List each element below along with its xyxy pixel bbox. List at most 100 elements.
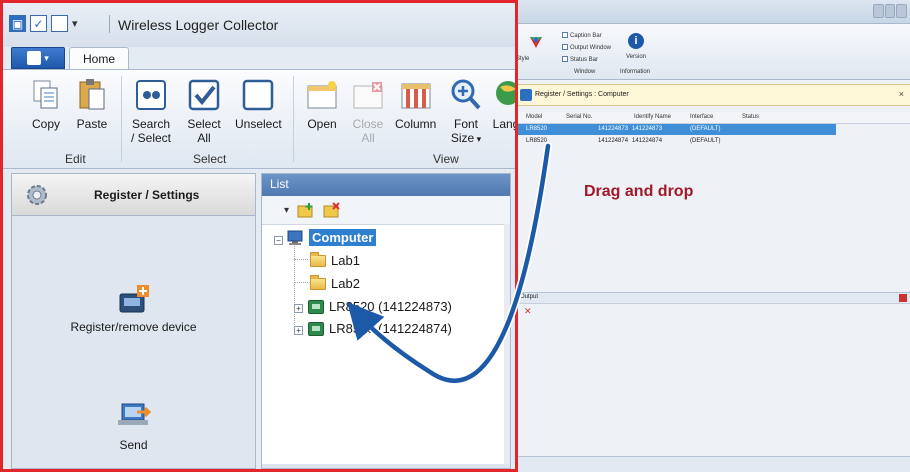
panel-title: Register / Settings : Computer [535, 91, 629, 98]
list-pane: List ▾ − Computer Lab1 Lab2 + LR8520 (14… [261, 173, 511, 469]
status-bar [516, 456, 910, 472]
information-group-label: Information [620, 69, 651, 75]
window-group-label: Window [574, 69, 596, 75]
search-select-label: Search / Select [131, 117, 172, 145]
language-label: Lang [492, 117, 518, 131]
quick-access-toolbar: ▣ ✓ ▾ [9, 15, 78, 32]
window-title: Wireless Logger Collector [118, 17, 279, 33]
column-header[interactable]: Status [742, 114, 759, 120]
list-scrollbar[interactable] [504, 224, 510, 464]
open-label: Open [307, 117, 337, 131]
info-icon[interactable]: i [628, 33, 644, 49]
ribbon-separator [293, 76, 294, 162]
status-bar-check[interactable]: Status Bar [562, 56, 598, 63]
column-header[interactable]: Serial No. [566, 114, 592, 120]
zoom-icon [449, 78, 483, 112]
table-row[interactable]: LR8520 141224874 141224874 (DEFAULT) [516, 136, 836, 147]
paste-button[interactable]: Paste [75, 78, 109, 131]
window-controls[interactable] [873, 4, 908, 18]
laptop-send-icon [117, 403, 151, 425]
tree-node-lab2[interactable]: Lab2 [310, 274, 360, 291]
main-app-window: ▣ ✓ ▾ Wireless Logger Collector ▾ Home C… [0, 0, 518, 472]
checkbox-empty-icon [241, 78, 275, 112]
device-add-icon [119, 285, 149, 313]
clear-output-icon[interactable]: ✕ [524, 306, 532, 317]
tree-node-device[interactable]: LR8520 (141224874) [308, 321, 452, 336]
close-icon[interactable]: × [899, 89, 904, 99]
table-header: Model Serial No. Identify Name Interface… [516, 112, 910, 124]
select-all-button[interactable]: Select All [187, 78, 221, 145]
list-status-strip [262, 464, 510, 468]
navigation-pane: Register / Settings Register/remove devi… [11, 173, 256, 469]
register-remove-device-button[interactable]: Register/remove device [12, 284, 255, 334]
language-icon [489, 78, 515, 112]
version-label: Version [626, 54, 647, 60]
logger-device-icon [308, 321, 324, 336]
ribbon-separator [121, 76, 122, 162]
checkbox-empty-icon[interactable] [51, 15, 68, 32]
copy-label: Copy [31, 117, 60, 131]
pane-close-icon[interactable] [899, 294, 907, 302]
caption-bar-check[interactable]: Caption Bar [562, 32, 602, 39]
output-pane-header: Output ✕ [516, 292, 910, 316]
column-header[interactable]: Identify Name [634, 114, 671, 120]
checkbox-checked-icon[interactable]: ✓ [30, 15, 47, 32]
collapse-icon[interactable]: − [274, 236, 283, 245]
chevron-down-icon: ▾ [474, 134, 482, 144]
output-window-check[interactable]: Output Window [562, 44, 611, 51]
tree-node-label: Lab2 [331, 276, 360, 291]
tab-home[interactable]: Home [69, 47, 129, 70]
app-icon[interactable]: ▣ [9, 15, 26, 32]
tree-node-label: LR8520 (141224874) [329, 321, 452, 336]
device-tree: − Computer Lab1 Lab2 + LR8520 (141224873… [262, 224, 510, 464]
column-header[interactable]: Model [526, 114, 542, 120]
select-all-label: Select All [187, 117, 221, 145]
gear-icon [27, 184, 47, 205]
search-select-button[interactable]: Search / Select [131, 78, 171, 145]
group-label-select: Select [193, 152, 227, 166]
tree-node-label: Lab1 [331, 253, 360, 268]
title-divider [109, 15, 110, 33]
qat-dropdown-icon[interactable]: ▾ [72, 17, 78, 30]
checkbox-checked-icon [187, 78, 221, 112]
add-folder-icon[interactable] [297, 202, 315, 218]
column-button[interactable]: Column [395, 78, 436, 131]
background-app-window: Style Caption Bar Output Window Status B… [515, 0, 910, 472]
paste-label: Paste [76, 117, 108, 131]
close-window-icon [351, 78, 385, 112]
file-menu-button[interactable]: ▾ [11, 47, 65, 69]
send-button[interactable]: Send [12, 402, 255, 452]
style-label: Style [516, 56, 530, 62]
group-label-edit: Edit [65, 152, 86, 166]
table-row[interactable]: LR8520 141224873 141224873 (DEFAULT) [516, 124, 836, 135]
unselect-button[interactable]: Unselect [235, 78, 282, 131]
send-label: Send [119, 438, 148, 452]
style-icon[interactable] [528, 34, 544, 53]
toolbar-dropdown-icon[interactable]: ▾ [284, 205, 289, 216]
folder-icon [310, 274, 326, 290]
computer-icon [287, 230, 303, 245]
open-button[interactable]: Open [305, 78, 339, 131]
background-titlebar [516, 0, 910, 24]
tree-node-label: LR8520 (141224873) [329, 299, 452, 314]
tree-node-lab1[interactable]: Lab1 [310, 251, 360, 268]
font-size-button[interactable]: Font Size ▾ [449, 78, 483, 146]
background-ribbon: Style Caption Bar Output Window Status B… [516, 24, 910, 80]
chevron-down-icon: ▾ [44, 52, 49, 63]
copy-icon [29, 78, 63, 112]
group-label-view: View [433, 152, 459, 166]
language-button[interactable]: Lang [489, 78, 518, 131]
register-settings-header[interactable]: Register / Settings [12, 174, 255, 216]
register-settings-label: Register / Settings [94, 187, 200, 202]
panel-icon [520, 89, 532, 101]
close-all-button[interactable]: Close All [351, 78, 385, 145]
tree-node-device[interactable]: LR8520 (141224873) [308, 299, 452, 314]
paste-icon [75, 78, 109, 112]
expand-icon[interactable]: + [294, 304, 303, 313]
tree-node-computer[interactable]: Computer [286, 229, 377, 246]
copy-button[interactable]: Copy [29, 78, 63, 131]
expand-icon[interactable]: + [294, 326, 303, 335]
column-header[interactable]: Interface [690, 114, 713, 120]
remove-folder-icon[interactable] [323, 202, 341, 218]
open-window-icon [305, 78, 339, 112]
